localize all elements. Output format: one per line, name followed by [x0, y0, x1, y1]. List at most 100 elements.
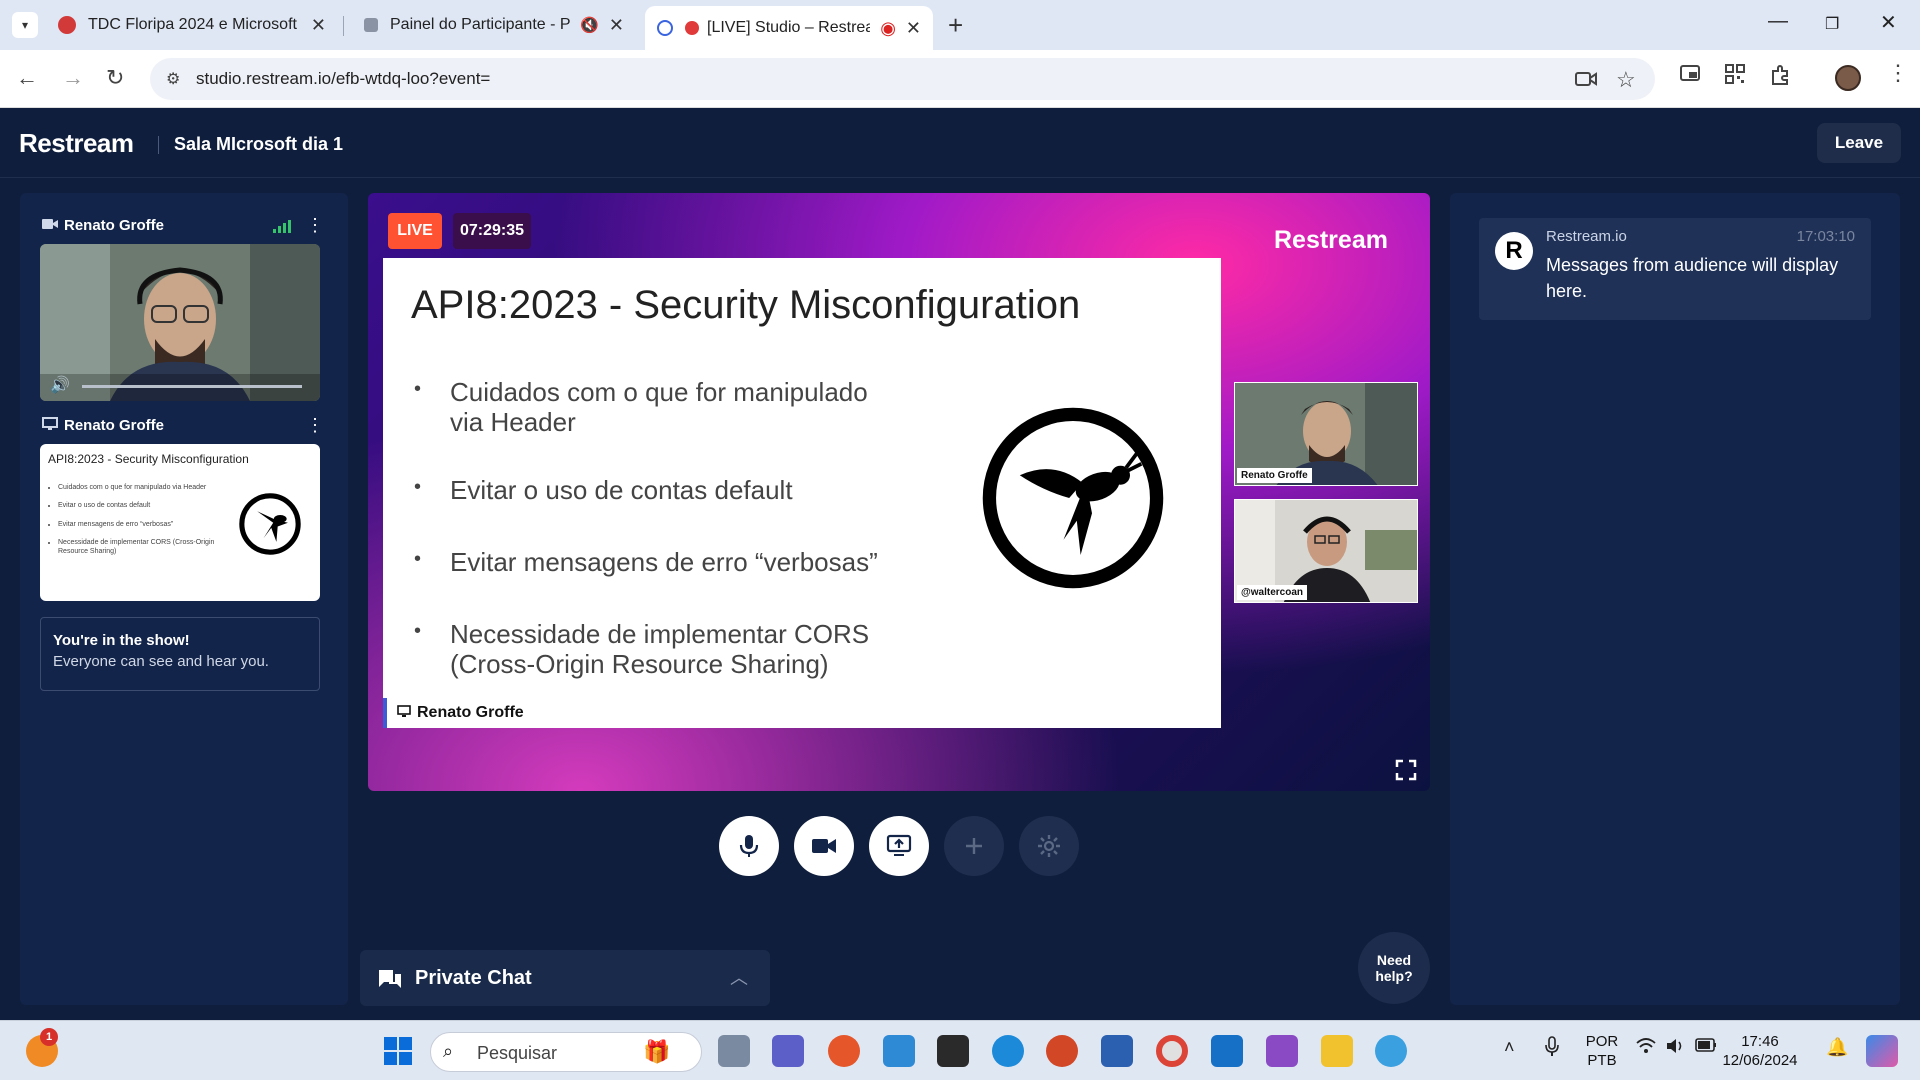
add-source-button[interactable] [944, 816, 1004, 876]
new-tab-button[interactable]: + [948, 10, 963, 41]
screen-share-preview[interactable]: API8:2023 - Security Misconfiguration Cu… [40, 444, 320, 601]
windows-start-icon[interactable] [382, 1035, 414, 1067]
tab-search-button[interactable]: ▾ [12, 12, 38, 38]
mail-icon[interactable] [1211, 1035, 1243, 1067]
screen-source-menu-icon[interactable]: ⋮ [306, 415, 324, 436]
slide-bullet: Cuidados com o que for manipulado via He… [414, 377, 898, 438]
share-screen-icon [886, 834, 912, 856]
close-window-button[interactable]: ✕ [1880, 10, 1897, 35]
close-tab-icon[interactable]: ✕ [311, 15, 326, 36]
tab-restream-studio[interactable]: [LIVE] Studio – Restream ◉ ✕ [645, 6, 933, 50]
tab-painel-participante[interactable]: Painel do Participante - Pow 🔇 ✕ [352, 8, 636, 42]
restream-logo: Restream [19, 128, 134, 158]
settings-button[interactable] [1019, 816, 1079, 876]
fullscreen-icon[interactable] [1395, 759, 1417, 781]
volume-icon[interactable]: 🔊 [50, 375, 70, 395]
slide-title: API8:2023 - Security Misconfiguration [411, 283, 1081, 327]
chevron-up-icon[interactable]: ˄ [1504, 1037, 1515, 1058]
presenter-name-tag: Renato Groffe [383, 698, 538, 728]
leave-button[interactable]: Leave [1817, 123, 1901, 163]
profile-avatar[interactable] [1835, 65, 1861, 91]
visual-studio-icon[interactable] [1266, 1035, 1298, 1067]
need-help-button[interactable]: Need help? [1358, 932, 1430, 1004]
teams-icon[interactable] [772, 1035, 804, 1067]
presenter-video-image [40, 244, 320, 401]
back-button[interactable]: ← [16, 65, 38, 91]
camera-preview[interactable]: 🔊 [40, 244, 320, 401]
slide-bullet: Necessidade de implementar CORS (Cross-O… [414, 619, 898, 680]
chevron-up-icon[interactable]: ︿ [730, 964, 748, 990]
edge-icon[interactable] [992, 1035, 1024, 1067]
chrome-icon[interactable] [1156, 1035, 1188, 1067]
presentation-slide: API8:2023 - Security Misconfiguration Cu… [383, 258, 1221, 728]
address-bar[interactable]: ⚙ studio.restream.io/efb-wtdq-loo?event=… [150, 58, 1655, 100]
show-status-box: You're in the show! Everyone can see and… [40, 617, 320, 691]
muted-audio-icon[interactable]: 🔇 [580, 16, 599, 34]
wifi-icon[interactable] [1636, 1037, 1656, 1060]
sources-panel: Renato Groffe ⋮ 🔊 Renato Groffe ⋮ API8:2 [20, 193, 348, 1005]
calculator-grid-icon[interactable] [1101, 1035, 1133, 1067]
forward-button[interactable]: → [62, 65, 84, 91]
reload-button[interactable]: ↻ [106, 65, 124, 91]
firefox-icon[interactable] [828, 1035, 860, 1067]
plus-icon [966, 838, 982, 854]
task-view-icon[interactable] [718, 1035, 750, 1067]
chat-message: R Restream.io 17:03:10 Messages from aud… [1479, 218, 1871, 320]
browser-toolbar: ← → ↻ ⚙ studio.restream.io/efb-wtdq-loo?… [0, 50, 1920, 108]
bookmark-star-icon[interactable]: ☆ [1616, 67, 1636, 93]
restore-window-button[interactable]: ❐ [1825, 14, 1839, 34]
windows-taskbar: ⌕ Pesquisar 🎁 ˄ POR PTB 17:46 12/06/2024… [0, 1020, 1920, 1080]
monitor-icon [42, 417, 58, 434]
camera-permission-icon[interactable] [1575, 70, 1597, 93]
message-time: 17:03:10 [1796, 228, 1855, 245]
powerpoint-icon[interactable] [1046, 1035, 1078, 1067]
room-title: Sala MIcrosoft dia 1 [174, 134, 344, 154]
message-text: Messages from audience will display here… [1546, 255, 1839, 301]
thumb-bullet-list: Cuidados com o que for manipulado via He… [58, 484, 228, 566]
azure-storage-icon[interactable] [883, 1035, 915, 1067]
copilot-icon[interactable] [1866, 1035, 1898, 1067]
pip-video-walter[interactable]: @waltercoan [1234, 499, 1418, 603]
tab-separator [343, 16, 344, 36]
camera-source-label: Renato Groffe [42, 217, 164, 234]
speaker-icon[interactable] [1665, 1037, 1685, 1060]
microphone-button[interactable] [719, 816, 779, 876]
close-tab-icon[interactable]: ✕ [609, 15, 624, 36]
video-camera-icon [42, 218, 58, 233]
camera-source-menu-icon[interactable]: ⋮ [306, 215, 324, 236]
file-explorer-icon[interactable] [1321, 1035, 1353, 1067]
document-favicon [364, 18, 378, 32]
network-globe-icon[interactable] [1375, 1035, 1407, 1067]
microphone-tray-icon[interactable] [1544, 1035, 1560, 1064]
picture-in-picture-icon[interactable] [1680, 64, 1700, 87]
chat-bubbles-icon [379, 970, 401, 988]
share-screen-button[interactable] [869, 816, 929, 876]
studio-header: Restream Sala MIcrosoft dia 1 Leave [0, 108, 1920, 178]
pip-video-renato[interactable]: Renato Groffe [1234, 382, 1418, 486]
owasp-wasp-logo-small [239, 493, 301, 555]
screen-source-label: Renato Groffe [42, 417, 164, 434]
video-icon [812, 839, 836, 853]
private-chat-bar[interactable]: Private Chat ︿ [360, 950, 770, 1006]
clock[interactable]: 17:46 12/06/2024 [1722, 1032, 1798, 1070]
taskbar-search[interactable]: ⌕ Pesquisar 🎁 [430, 1032, 702, 1072]
site-info-icon[interactable]: ⚙ [166, 69, 180, 89]
chat-panel: R Restream.io 17:03:10 Messages from aud… [1450, 193, 1900, 1005]
camera-button[interactable] [794, 816, 854, 876]
terminal-icon[interactable] [937, 1035, 969, 1067]
close-tab-icon[interactable]: ✕ [906, 18, 921, 39]
battery-icon[interactable] [1695, 1038, 1717, 1057]
gift-icon: 🎁 [643, 1039, 671, 1064]
url-text[interactable]: studio.restream.io/efb-wtdq-loo?event= [196, 69, 490, 89]
recording-indicator-icon: ◉ [880, 17, 896, 38]
notification-bell-icon[interactable]: 🔔 [1826, 1037, 1848, 1058]
mic-icon [739, 835, 759, 857]
tab-tdc-floripa[interactable]: TDC Floripa 2024 e Microsoft ✕ [46, 8, 338, 42]
extensions-puzzle-icon[interactable] [1770, 64, 1792, 91]
restream-avatar: R [1495, 232, 1533, 270]
browser-menu-icon[interactable]: ⋮ [1887, 60, 1909, 86]
input-language[interactable]: POR PTB [1582, 1032, 1622, 1070]
qr-code-icon[interactable] [1725, 64, 1745, 89]
notification-count-badge: 1 [40, 1028, 58, 1046]
minimize-window-button[interactable]: — [1768, 10, 1788, 33]
